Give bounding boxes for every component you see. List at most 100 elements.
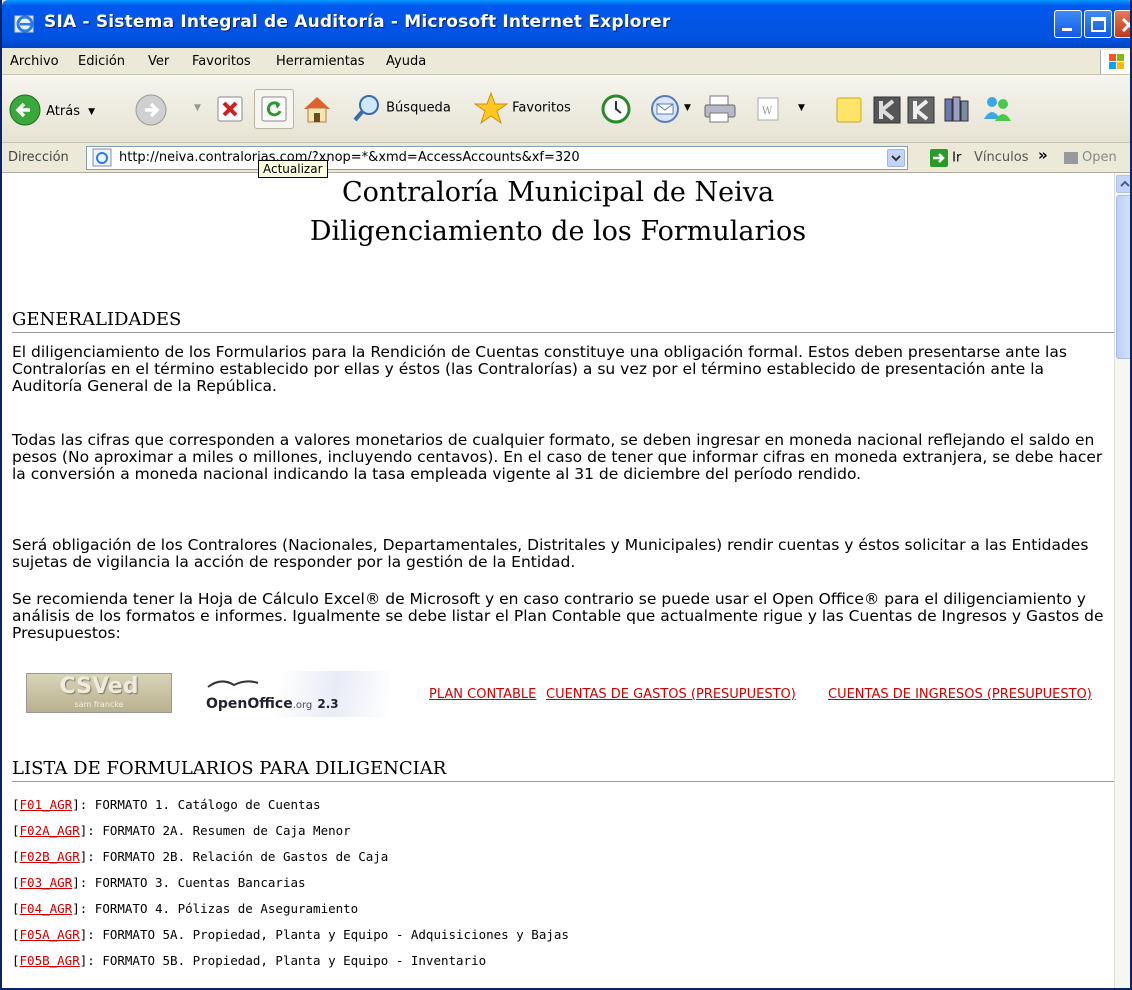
chevron-down-icon: ▼ (194, 103, 201, 113)
links-label[interactable]: Vínculos (974, 150, 1028, 165)
form-code-link[interactable]: F04_AGR (20, 901, 73, 916)
bracket-close: ]: (79, 849, 103, 864)
page-subtitle: Diligenciamiento de los Formularios (309, 216, 807, 247)
form-code-link[interactable]: F02B_AGR (20, 849, 80, 864)
divider (12, 781, 1114, 782)
k-app-button[interactable] (872, 95, 902, 129)
print-button[interactable] (702, 93, 738, 129)
form-code-link[interactable]: F01_AGR (20, 797, 73, 812)
address-dropdown[interactable] (887, 149, 905, 167)
vertical-scrollbar[interactable] (1114, 173, 1130, 988)
menu-archivo[interactable]: Archivo (10, 54, 59, 69)
star-icon (473, 91, 509, 125)
word-doc-icon: W (757, 97, 779, 121)
close-button[interactable] (1114, 10, 1130, 38)
bracket-close: ]: (79, 927, 103, 942)
history-icon (601, 94, 631, 124)
favorites-button[interactable]: Favoritos (473, 91, 571, 125)
form-code-link[interactable]: F03_AGR (20, 875, 73, 890)
windows-logo-icon (1100, 50, 1130, 74)
svg-text:W: W (762, 106, 773, 117)
section-generalidades: GENERALIDADES (12, 309, 182, 330)
go-label: Ir (952, 150, 962, 166)
messenger-note-button[interactable] (834, 95, 864, 129)
page-icon (92, 148, 112, 167)
form-row: [F05B_AGR]: FORMATO 5B. Propiedad, Plant… (12, 953, 486, 968)
title-bar: SIA - Sistema Integral de Auditoría - Mi… (2, 0, 1130, 48)
address-url: http://neiva.contralorias.com/?xnop=*&xm… (119, 150, 580, 165)
mail-button[interactable]: ▼ (650, 93, 691, 129)
bracket-open: [ (12, 901, 20, 916)
forward-button[interactable] (134, 93, 168, 131)
scroll-up-button[interactable] (1116, 175, 1130, 193)
search-button[interactable]: Búsqueda (352, 93, 451, 123)
form-description: FORMATO 1. Catálogo de Cuentas (94, 797, 321, 812)
link-cuentas-ingresos[interactable]: CUENTAS DE INGRESOS (PRESUPUESTO) (828, 687, 1092, 702)
home-button[interactable] (300, 93, 334, 129)
refresh-button[interactable] (254, 89, 294, 129)
form-description: FORMATO 3. Cuentas Bancarias (94, 875, 306, 890)
maximize-button[interactable] (1084, 10, 1112, 38)
stop-button[interactable] (216, 95, 244, 127)
back-button[interactable]: Atrás ▼ (8, 93, 95, 127)
form-code-link[interactable]: F05A_AGR (20, 927, 80, 942)
link-cuentas-gastos[interactable]: CUENTAS DE GASTOS (PRESUPUESTO) (546, 687, 796, 702)
address-input[interactable]: http://neiva.contralorias.com/?xnop=*&xm… (86, 146, 908, 170)
k-app2-button[interactable] (906, 95, 936, 129)
refresh-tooltip: Actualizar (258, 160, 328, 178)
chevron-up-icon (1120, 180, 1130, 187)
home-icon (304, 97, 330, 123)
k-app2-icon (907, 96, 935, 124)
minimize-button[interactable] (1054, 10, 1082, 38)
form-row: [F04_AGR]: FORMATO 4. Pólizas de Asegura… (12, 901, 358, 916)
messenger-button[interactable] (980, 93, 1014, 129)
go-button[interactable]: Ir (930, 149, 961, 167)
form-description: FORMATO 5A. Propiedad, Planta y Equipo -… (102, 927, 569, 942)
bracket-close: ]: (79, 953, 103, 968)
research-button[interactable] (942, 93, 972, 129)
scroll-thumb[interactable] (1116, 195, 1130, 359)
menu-ver[interactable]: Ver (148, 54, 169, 69)
resource-links: PLAN CONTABLE CUENTAS DE GASTOS (PRESUPU… (2, 687, 1114, 707)
bracket-close: ]: (72, 901, 95, 916)
form-description: FORMATO 4. Pólizas de Aseguramiento (94, 901, 359, 916)
menu-edicion[interactable]: Edición (78, 54, 125, 69)
back-arrow-icon (9, 94, 41, 126)
menu-herramientas[interactable]: Herramientas (276, 54, 365, 69)
form-row: [F03_AGR]: FORMATO 3. Cuentas Bancarias (12, 875, 306, 890)
form-row: [F02A_AGR]: FORMATO 2A. Resumen de Caja … (12, 823, 351, 838)
open-link[interactable]: Open (1064, 150, 1117, 165)
messenger-people-icon (984, 97, 1011, 121)
browser-window: SIA - Sistema Integral de Auditoría - Mi… (0, 0, 1132, 990)
standard-toolbar: Atrás ▼ ▼ Búsqueda Favoritos ▼ W ▼ (2, 75, 1130, 143)
open-label: Open (1082, 150, 1117, 165)
link-plan-contable[interactable]: PLAN CONTABLE (429, 687, 536, 702)
search-label: Búsqueda (386, 100, 451, 116)
back-label: Atrás (46, 103, 80, 119)
paragraph-1: El diligenciamiento de los Formularios p… (12, 343, 1067, 395)
form-description: FORMATO 5B. Propiedad, Planta y Equipo -… (102, 953, 487, 968)
window-title: SIA - Sistema Integral de Auditoría - Mi… (44, 12, 671, 32)
form-row: [F05A_AGR]: FORMATO 5A. Propiedad, Plant… (12, 927, 569, 942)
maximize-icon (1091, 17, 1106, 32)
address-label: Dirección (8, 150, 69, 165)
bracket-close: ]: (72, 797, 95, 812)
stop-icon (217, 96, 243, 122)
edit-button[interactable]: W (754, 95, 782, 127)
section-lista-formularios: LISTA DE FORMULARIOS PARA DILIGENCIAR (12, 758, 447, 779)
chevron-right-icon: » (1038, 146, 1048, 164)
menu-bar: Archivo Edición Ver Favoritos Herramient… (2, 48, 1130, 75)
history-button[interactable] (600, 93, 632, 129)
page-title: Contraloría Municipal de Neiva (341, 177, 775, 208)
bracket-open: [ (12, 927, 20, 942)
favorites-label: Favoritos (512, 100, 571, 116)
printer-icon (704, 95, 736, 123)
mail-icon (651, 95, 679, 123)
form-code-link[interactable]: F02A_AGR (20, 823, 80, 838)
menu-favoritos[interactable]: Favoritos (192, 54, 251, 69)
ie-icon (14, 15, 34, 33)
paragraph-2: Todas las cifras que corresponden a valo… (12, 431, 1103, 483)
menu-ayuda[interactable]: Ayuda (386, 54, 426, 69)
form-code-link[interactable]: F05B_AGR (20, 953, 80, 968)
k-app-icon (873, 96, 901, 124)
